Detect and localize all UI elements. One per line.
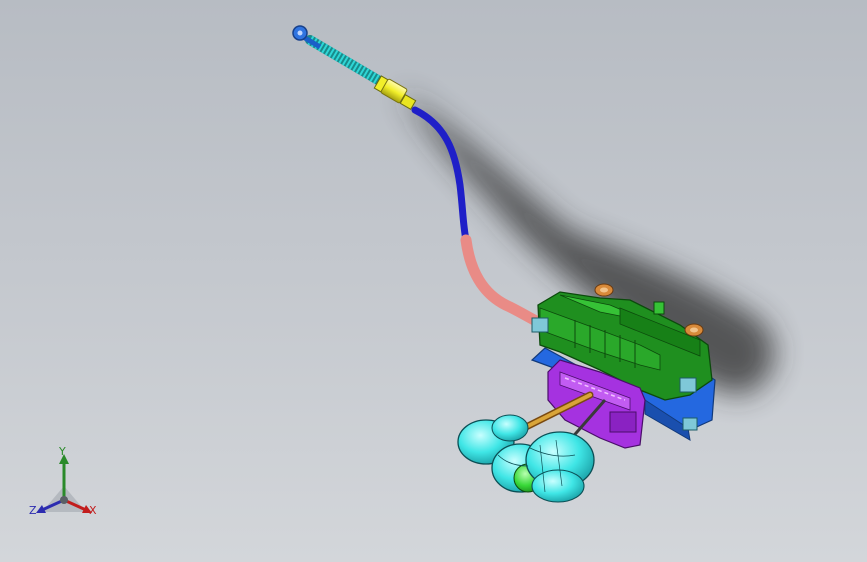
cad-viewport[interactable]: Y Z X bbox=[0, 0, 867, 562]
cable-spring bbox=[298, 32, 383, 85]
cable-sheath-blue bbox=[411, 106, 470, 244]
cable-eye-end bbox=[292, 25, 308, 41]
shift-knob-cluster[interactable] bbox=[457, 414, 595, 503]
coordinate-triad: Y Z X bbox=[22, 446, 112, 526]
cable-sheath-pink bbox=[460, 234, 544, 328]
shifter-assembly-model[interactable] bbox=[0, 0, 867, 562]
triad-label-x: X bbox=[89, 504, 97, 517]
mount-tab-lower bbox=[682, 417, 698, 431]
mount-bolt-1 bbox=[594, 283, 614, 297]
mount-tab-right bbox=[679, 377, 697, 393]
mount-bolt-2 bbox=[684, 323, 704, 337]
triad-label-z: Z bbox=[29, 504, 37, 517]
mount-tab-left bbox=[531, 317, 549, 333]
triad-label-y: Y bbox=[59, 445, 66, 458]
cable-ferrule bbox=[373, 75, 417, 111]
